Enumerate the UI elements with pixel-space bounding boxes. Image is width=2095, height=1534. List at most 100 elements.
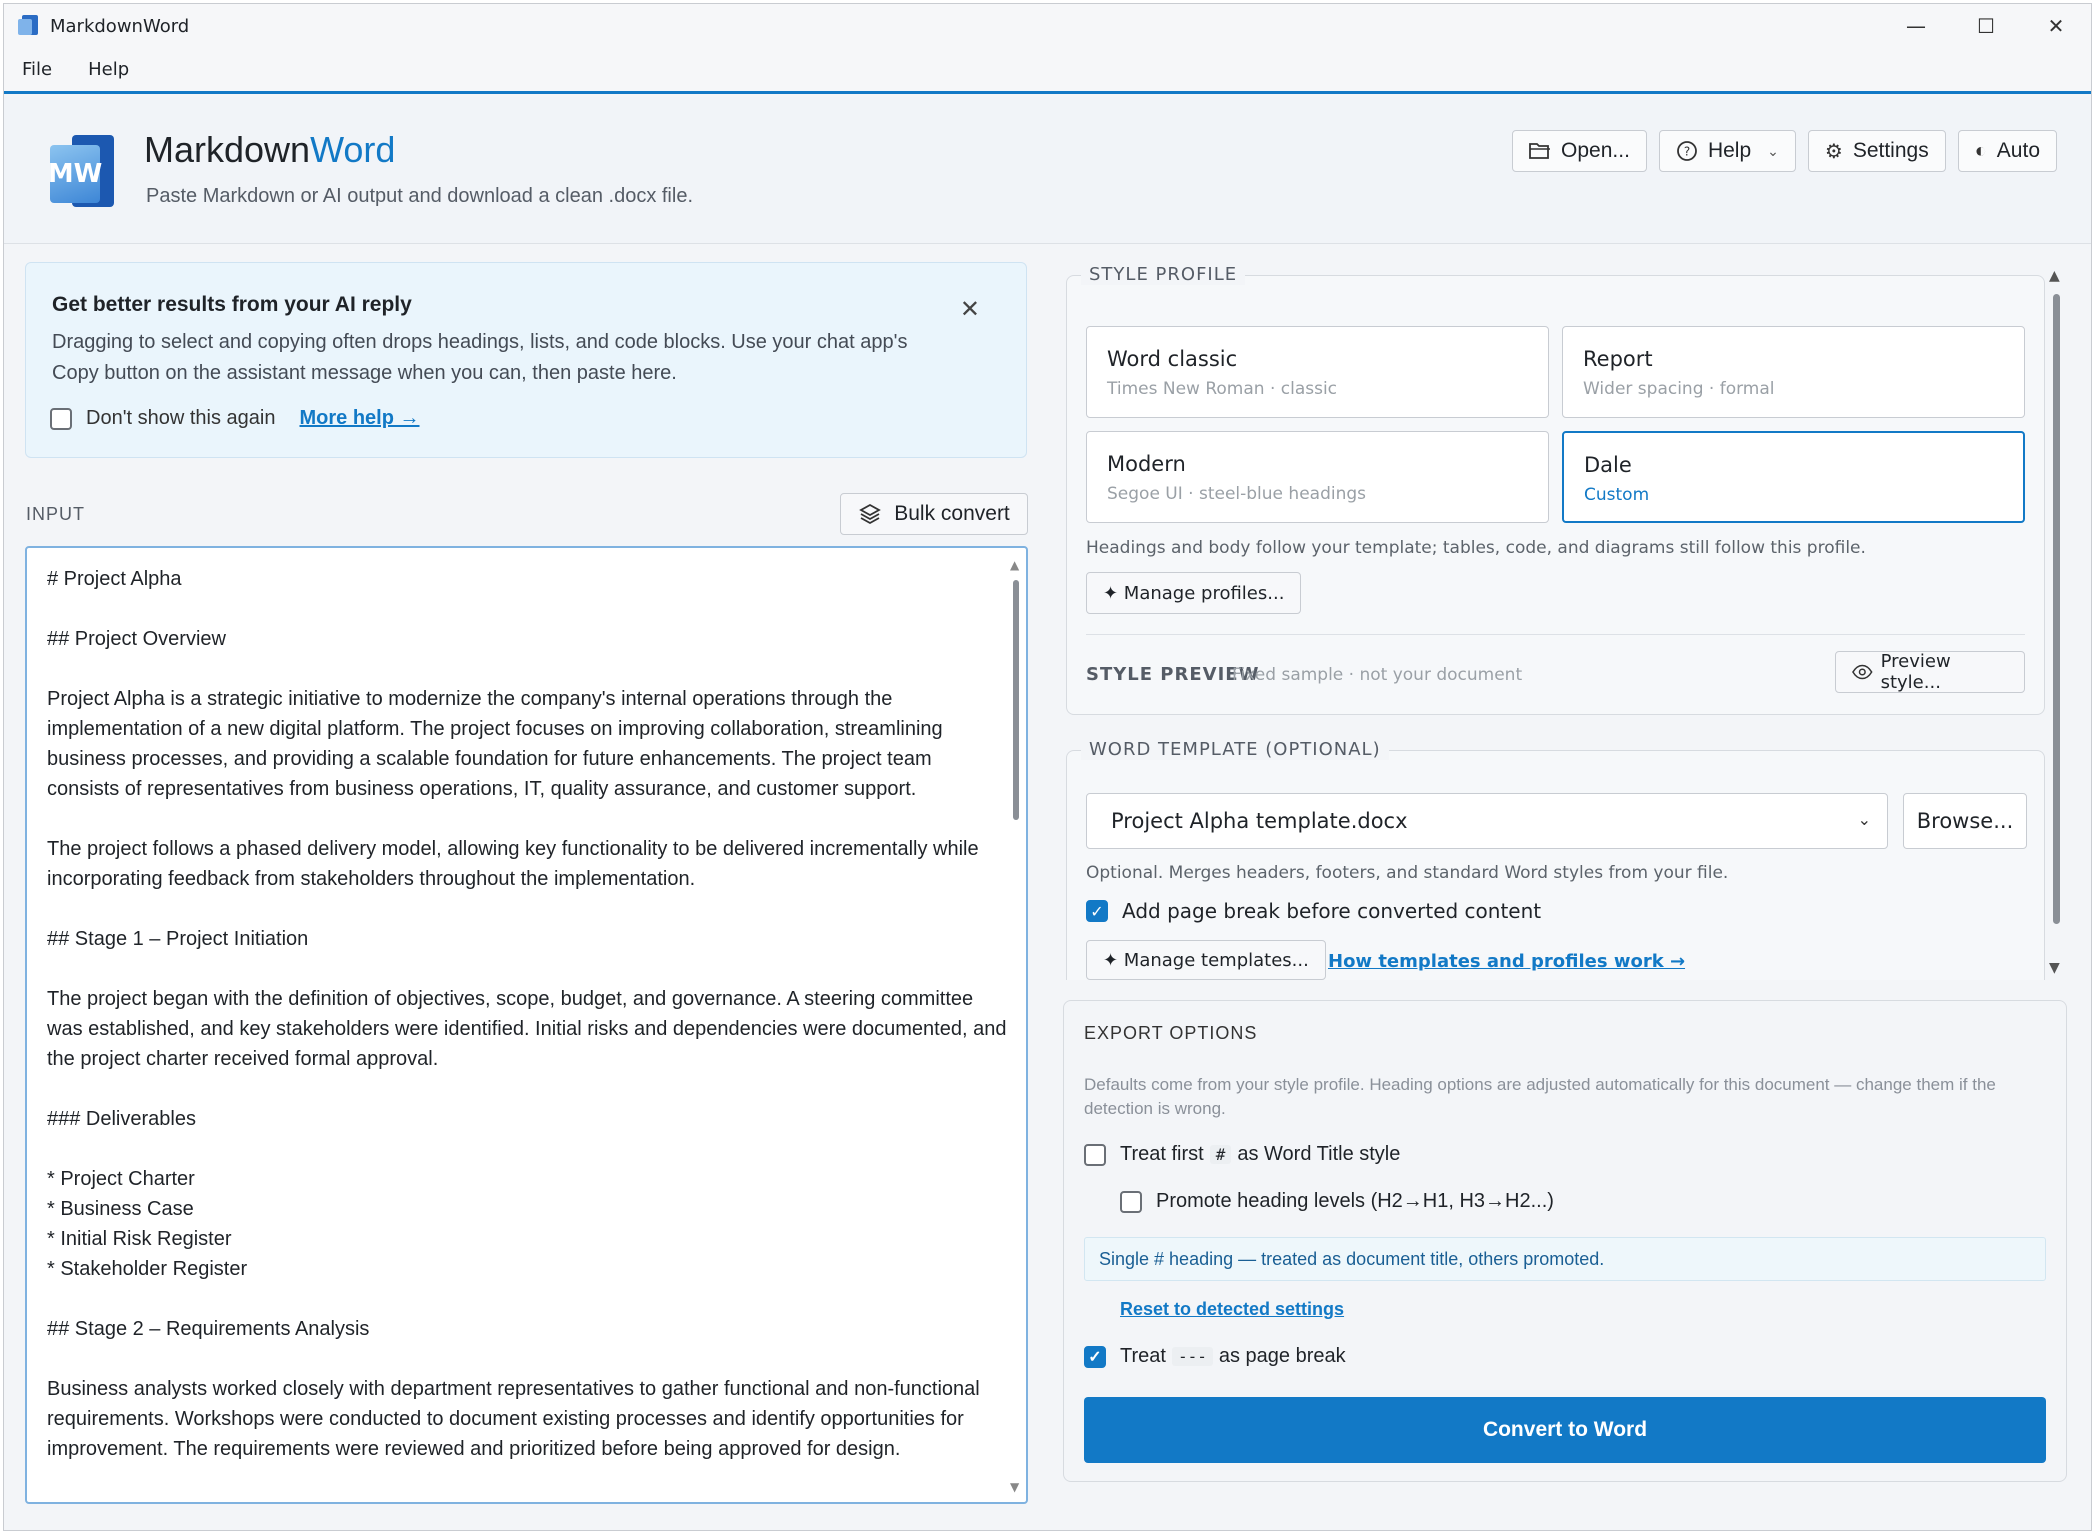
folder-open-icon [1529,143,1551,159]
profile-desc: Times New Roman · classic [1107,379,1338,399]
logo-letters: MW [48,145,102,203]
treat-break-label-post: as page break [1218,1345,1346,1367]
detection-info: Single # heading — treated as document t… [1084,1237,2046,1281]
page-break-option: ✓ Add page break before converted conten… [1086,899,1541,923]
manage-profiles-button[interactable]: ✦ Manage profiles... [1086,572,1302,614]
scroll-up-icon[interactable]: ▲ [1010,558,1019,572]
chevron-down-icon: ⌄ [1767,142,1779,159]
treat-page-break-checkbox[interactable]: ✓ [1084,1345,1106,1368]
promote-headings-checkbox[interactable] [1120,1190,1142,1213]
title-bar: MarkdownWord — ☐ ✕ [4,4,2091,48]
profile-name: Modern [1107,452,1186,476]
layers-icon [859,503,882,525]
scroll-down-icon[interactable]: ▼ [2049,960,2060,976]
dont-show-checkbox[interactable] [50,407,72,430]
profile-report[interactable]: Report Wider spacing · formal [1562,326,2025,418]
tip-options: Don't show this again More help → [50,407,420,430]
template-select[interactable]: Project Alpha template.docx ⌄ [1086,793,1888,849]
settings-button[interactable]: ⚙ Settings [1807,130,1946,172]
bulk-convert-button[interactable]: Bulk convert [840,493,1028,535]
brand-name: MarkdownWord [144,129,395,171]
scroll-thumb[interactable] [2053,294,2060,924]
how-templates-link[interactable]: How templates and profiles work → [1328,951,1685,972]
menu-help[interactable]: Help [70,59,147,80]
style-profile-legend: STYLE PROFILE [1081,264,1246,285]
menu-file[interactable]: File [4,59,70,80]
browse-template-button[interactable]: Browse... [1903,793,2027,849]
markdown-input[interactable]: # Project Alpha ## Project Overview Proj… [25,546,1028,1504]
export-desc: Defaults come from your style profile. H… [1084,1075,1996,1118]
eye-icon [1852,664,1873,680]
scroll-down-icon[interactable]: ▼ [1010,1480,1019,1494]
profile-note: Headings and body follow your template; … [1086,538,1866,558]
manage-templates-button[interactable]: ✦ Manage templates... [1086,940,1326,980]
profile-dale[interactable]: Dale Custom [1562,431,2025,523]
app-icon [18,15,40,37]
window-title: MarkdownWord [50,15,190,37]
help-circle-icon: ? [1677,141,1697,161]
template-note: Optional. Merges headers, footers, and s… [1086,863,1729,883]
chevron-down-icon: ⌄ [1857,810,1871,829]
preview-style-label: Preview style... [1880,651,1951,693]
input-scrollbar[interactable]: ▲ ▼ [1010,558,1022,1494]
profile-desc: Wider spacing · formal [1583,379,1775,399]
treat-first-label-pre: Treat first [1120,1143,1204,1165]
treat-break-code: --- [1171,1347,1213,1366]
scroll-thumb[interactable] [1013,580,1019,820]
convert-to-word-button[interactable]: Convert to Word [1084,1397,2046,1463]
menu-bar: File Help [4,48,2091,94]
minimize-button[interactable]: — [1881,4,1951,48]
open-button[interactable]: Open... [1512,130,1647,172]
page-break-label: Add page break before converted content [1122,899,1542,923]
preview-style-button[interactable]: Preview style... [1835,651,2025,693]
theme-auto-button[interactable]: ◐ Auto [1957,130,2057,172]
markdown-input-text: # Project Alpha ## Project Overview Proj… [47,568,1007,1460]
help-button[interactable]: ? Help ⌄ [1658,130,1796,172]
profile-modern[interactable]: Modern Segoe UI · steel-blue headings [1086,431,1549,523]
reset-detected-link[interactable]: Reset to detected settings [1120,1299,1344,1320]
window-controls: — ☐ ✕ [1881,4,2091,48]
profile-desc: Segoe UI · steel-blue headings [1107,484,1367,504]
treat-first-option: Treat first # as Word Title style [1084,1143,1400,1166]
svg-text:?: ? [1684,145,1690,159]
dont-show-label: Don't show this again [86,407,276,429]
tip-body: Dragging to select and copying often dro… [52,331,908,384]
app-logo: MW [44,135,124,211]
export-options-panel: EXPORT OPTIONS Defaults come from your s… [1063,1000,2067,1482]
template-selected-value: Project Alpha template.docx [1111,809,1408,833]
profile-name: Report [1583,347,1653,371]
settings-scrollbar[interactable]: ▲ ▼ [2046,268,2066,976]
tagline: Paste Markdown or AI output and download… [146,185,694,207]
close-window-button[interactable]: ✕ [2021,4,2091,48]
profile-name: Word classic [1107,347,1238,371]
profile-desc: Custom [1584,485,1650,505]
ai-tip-banner: Get better results from your AI reply ✕ … [25,262,1027,458]
promote-headings-option: Promote heading levels (H2→H1, H3→H2...) [1120,1190,1554,1213]
treat-first-code: # [1209,1145,1232,1164]
help-button-label: Help [1707,139,1752,162]
tip-title: Get better results from your AI reply [52,293,412,316]
theme-icon: ◐ [1974,139,1987,162]
header-actions: Open... ? Help ⌄ ⚙ Settings ◐ Auto [1512,130,2057,172]
more-help-link[interactable]: More help → [299,407,419,430]
style-profile-group: STYLE PROFILE Word classic Times New Rom… [1066,264,2045,715]
profile-word-classic[interactable]: Word classic Times New Roman · classic [1086,326,1549,418]
treat-break-label-pre: Treat [1120,1345,1166,1367]
open-button-label: Open... [1561,139,1630,162]
treat-page-break-option: ✓ Treat --- as page break [1084,1345,1346,1368]
word-template-group: WORD TEMPLATE (OPTIONAL) Project Alpha t… [1066,739,2045,980]
input-label: INPUT [26,504,85,524]
app-header: MW MarkdownWord Paste Markdown or AI out… [4,97,2091,244]
page-break-checkbox[interactable]: ✓ [1086,900,1108,922]
close-icon[interactable]: ✕ [960,295,980,324]
export-title: EXPORT OPTIONS [1084,1023,1258,1043]
maximize-button[interactable]: ☐ [1951,4,2021,48]
bulk-convert-label: Bulk convert [894,502,1010,525]
treat-first-checkbox[interactable] [1084,1143,1106,1166]
scroll-up-icon[interactable]: ▲ [2049,268,2060,284]
gear-icon: ⚙ [1824,140,1843,163]
treat-first-label-post: as Word Title style [1237,1143,1401,1165]
profile-name: Dale [1584,453,1632,477]
theme-auto-label: Auto [1996,139,2040,162]
preview-divider [1086,634,2025,635]
